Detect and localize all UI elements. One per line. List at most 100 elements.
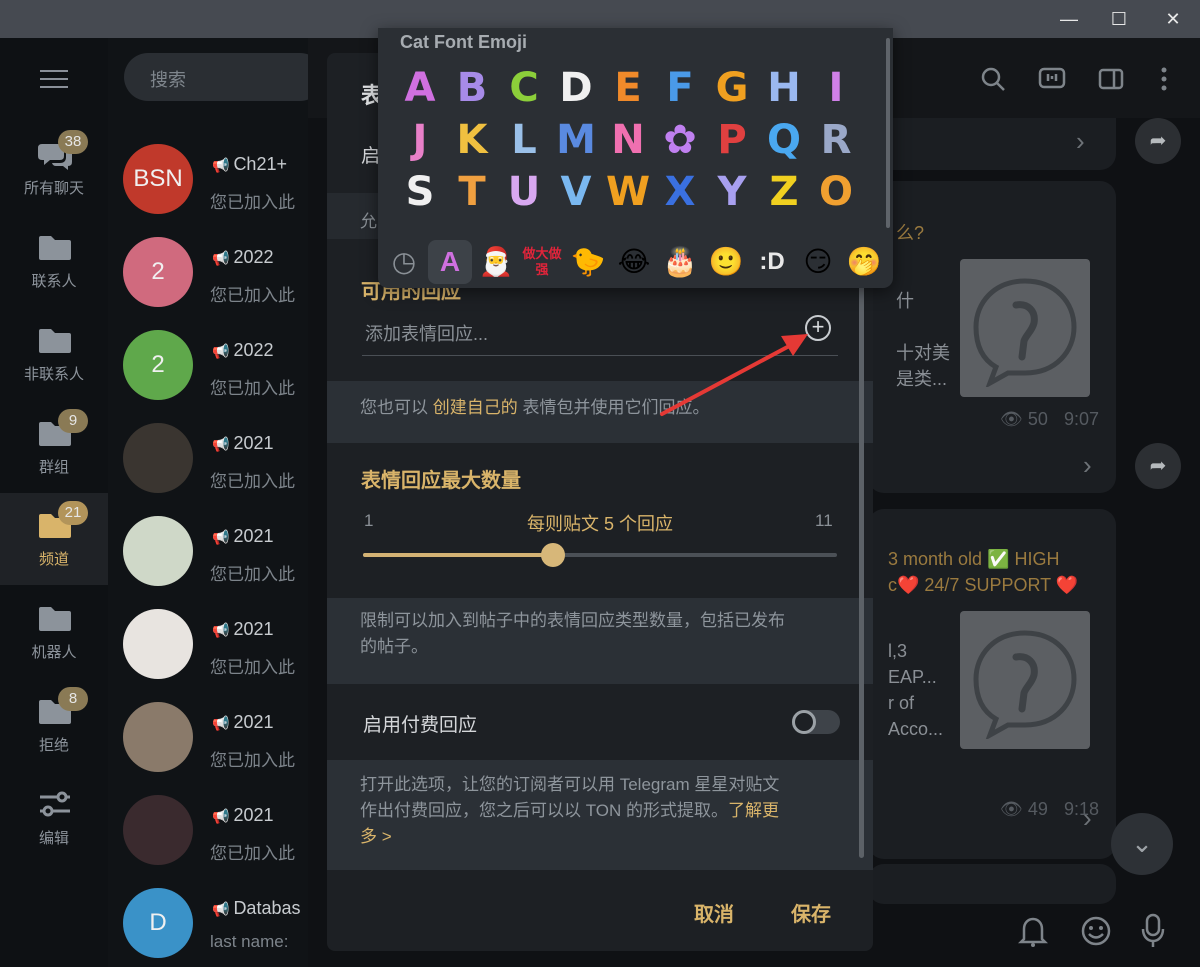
chat-preview: 您已加入此 <box>210 751 295 770</box>
folder-tab[interactable]: 群组 9 <box>0 401 108 493</box>
chat-list-item[interactable]: 📢 2021 您已加入此 <box>108 690 308 783</box>
chevron-right-icon[interactable]: › <box>1083 450 1092 481</box>
dialog-scrollbar[interactable] <box>859 283 864 858</box>
search-input[interactable]: 搜索 <box>124 53 324 101</box>
add-reaction-input[interactable]: 添加表情回应... + <box>362 304 838 356</box>
cat-font-emoji[interactable]: N <box>604 116 652 164</box>
chevron-right-icon[interactable]: › <box>1076 126 1085 157</box>
emoji-pack-tab[interactable]: 🙂 <box>704 240 748 284</box>
paid-reactions-toggle[interactable] <box>792 710 840 734</box>
cat-font-emoji[interactable]: ✿ <box>656 116 704 164</box>
chat-list-item[interactable]: 📢 2021 您已加入此 <box>108 411 308 504</box>
chat-list-item[interactable]: 📢 2021 您已加入此 <box>108 783 308 876</box>
cat-font-emoji[interactable]: U <box>500 168 548 216</box>
folder-tab[interactable]: 拒绝 8 <box>0 679 108 771</box>
emoji-pack-tab[interactable]: 😂 <box>612 240 656 284</box>
limit-info: 限制可以加入到帖子中的表情回应类型数量，包括已发布 的帖子。 <box>327 598 873 684</box>
cat-font-emoji[interactable]: W <box>604 168 652 216</box>
emoji-pack-tab[interactable]: A <box>428 240 472 284</box>
emoji-pack-tab[interactable]: 🐤 <box>566 240 610 284</box>
emoji-pack-tab[interactable]: 🤭 <box>842 240 886 284</box>
link-preview-image[interactable] <box>960 259 1090 397</box>
save-button[interactable]: 保存 <box>791 898 831 927</box>
scroll-down-button[interactable]: ⌄ <box>1111 813 1173 875</box>
emoji-pack-tab[interactable]: 做大做强 <box>520 240 564 284</box>
emoji-pack-tab[interactable]: 🎂 <box>658 240 702 284</box>
folder-tab[interactable]: 联系人 <box>0 215 108 307</box>
chat-list-item[interactable]: 2 📢 2022 您已加入此 <box>108 318 308 411</box>
cat-font-emoji[interactable]: K <box>448 116 496 164</box>
cat-font-emoji[interactable]: M <box>552 116 600 164</box>
cat-font-emoji[interactable] <box>812 220 860 232</box>
search-icon[interactable] <box>980 66 1006 98</box>
cat-font-emoji[interactable]: G <box>708 64 756 112</box>
folder-tab[interactable]: 机器人 <box>0 586 108 678</box>
link-preview-image[interactable] <box>960 611 1090 749</box>
cancel-button[interactable]: 取消 <box>694 898 734 927</box>
cat-font-emoji[interactable]: D <box>552 64 600 112</box>
chat-list-item[interactable]: BSN 📢 Ch21+ 您已加入此 <box>108 132 308 225</box>
cat-font-emoji[interactable]: Z <box>760 168 808 216</box>
chat-list-item[interactable]: D 📢 Databas last name: <box>108 876 308 967</box>
folder-tab[interactable]: 频道 21 <box>0 493 108 585</box>
emoji-scrollbar[interactable] <box>886 38 890 228</box>
recent-icon[interactable]: ◷ <box>382 240 426 284</box>
folder-tab[interactable]: 所有聊天 38 <box>0 122 108 214</box>
learn-more-link[interactable]: 多 > <box>360 824 779 850</box>
cat-font-emoji[interactable] <box>500 220 548 232</box>
learn-more-link[interactable]: 了解更 <box>728 801 779 820</box>
cat-font-emoji[interactable]: R <box>812 116 860 164</box>
cat-font-emoji[interactable]: T <box>448 168 496 216</box>
chat-list-item[interactable]: 📢 2021 您已加入此 <box>108 597 308 690</box>
cat-font-emoji[interactable] <box>552 220 600 232</box>
slider-thumb[interactable] <box>540 543 565 567</box>
cat-font-emoji[interactable]: I <box>812 64 860 112</box>
cat-font-emoji[interactable]: Y <box>708 168 756 216</box>
bell-icon[interactable] <box>1017 915 1049 953</box>
cat-font-emoji[interactable]: E <box>604 64 652 112</box>
cat-font-emoji[interactable]: A <box>396 64 444 112</box>
hamburger-menu-icon[interactable] <box>40 70 68 90</box>
cat-font-emoji[interactable] <box>760 220 808 232</box>
cat-font-emoji[interactable]: S <box>396 168 444 216</box>
cat-font-emoji[interactable]: J <box>396 116 444 164</box>
cat-font-emoji[interactable] <box>708 220 756 232</box>
chat-list-item[interactable]: 📢 2021 您已加入此 <box>108 504 308 597</box>
emoji-pack-tab[interactable]: 🎅 <box>474 240 518 284</box>
live-stream-icon[interactable] <box>1038 66 1066 100</box>
chat-list-item[interactable]: 2 📢 2022 您已加入此 <box>108 225 308 318</box>
cat-font-emoji[interactable]: X <box>656 168 704 216</box>
folder-tab[interactable]: 非联系人 <box>0 308 108 400</box>
add-emoji-plus-icon[interactable]: + <box>805 315 831 341</box>
cat-font-emoji[interactable]: O <box>812 168 860 216</box>
cat-font-emoji[interactable] <box>604 220 652 232</box>
cat-font-emoji[interactable]: F <box>656 64 704 112</box>
cat-font-emoji[interactable]: V <box>552 168 600 216</box>
cat-font-emoji[interactable] <box>448 220 496 232</box>
minimize-button[interactable]: — <box>1054 6 1084 32</box>
cat-font-emoji[interactable]: H <box>760 64 808 112</box>
microphone-icon[interactable] <box>1140 913 1166 955</box>
folder-tab[interactable]: 编辑 <box>0 772 108 864</box>
search-placeholder: 搜索 <box>150 70 186 90</box>
cat-font-emoji[interactable]: Q <box>760 116 808 164</box>
cat-font-emoji[interactable]: B <box>448 64 496 112</box>
forward-icon[interactable]: ➦ <box>1135 118 1181 164</box>
close-button[interactable]: ✕ <box>1158 6 1188 32</box>
chevron-right-icon[interactable]: › <box>1083 803 1092 834</box>
emoji-icon[interactable] <box>1080 915 1112 953</box>
more-vertical-icon[interactable] <box>1160 66 1168 98</box>
cat-font-emoji[interactable]: L <box>500 116 548 164</box>
max-reactions-slider[interactable] <box>363 543 837 567</box>
cat-font-emoji[interactable] <box>396 220 444 232</box>
cat-font-emoji[interactable] <box>656 220 704 232</box>
maximize-button[interactable]: ☐ <box>1104 6 1134 32</box>
cat-font-emoji[interactable]: P <box>708 116 756 164</box>
cat-font-emoji[interactable]: C <box>500 64 548 112</box>
forward-icon[interactable]: ➦ <box>1135 443 1181 489</box>
create-own-link[interactable]: 创建自己的 <box>433 398 518 417</box>
message-text: 十对美 <box>896 343 950 363</box>
sidebar-toggle-icon[interactable] <box>1098 68 1124 96</box>
emoji-pack-tab[interactable]: :D <box>750 240 794 284</box>
emoji-pack-tab[interactable]: 😏 <box>796 240 840 284</box>
